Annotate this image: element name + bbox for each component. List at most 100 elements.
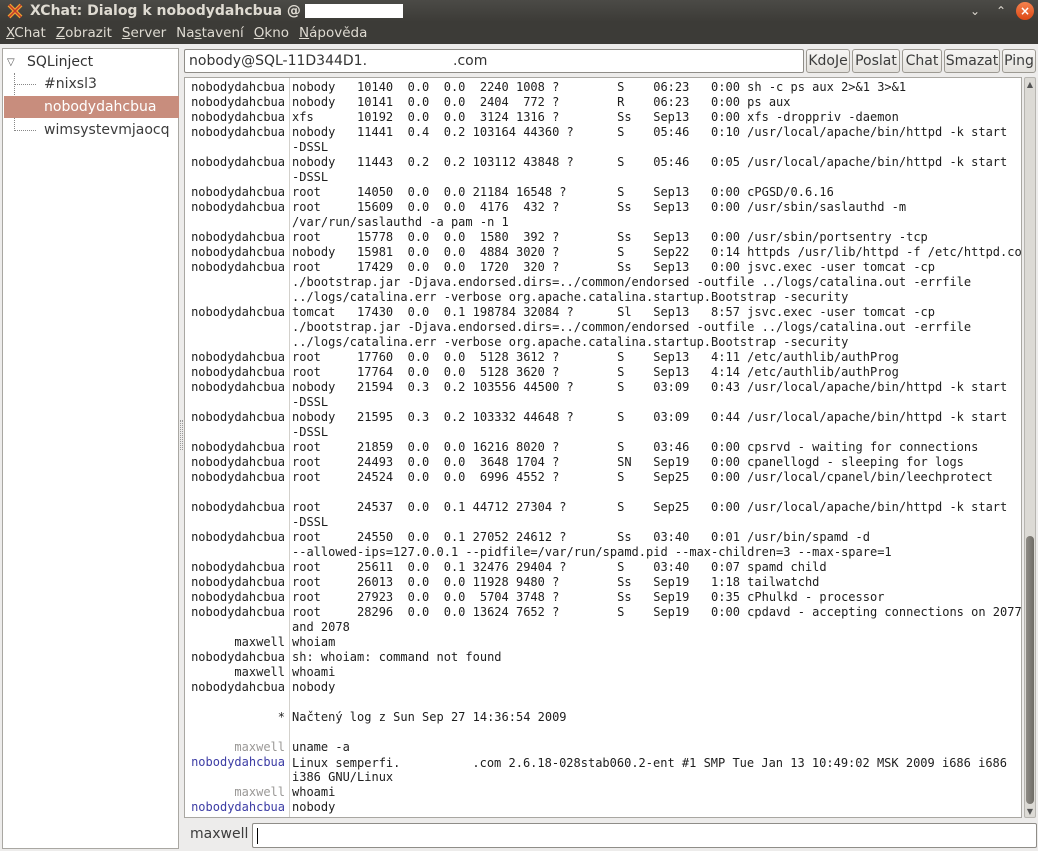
chat-nick[interactable]: maxwell — [185, 635, 285, 650]
chat-nick[interactable]: nobodydahcbua — [185, 575, 285, 590]
chat-nick[interactable]: nobodydahcbua — [185, 530, 285, 545]
chat-nick[interactable]: nobodydahcbua — [185, 305, 285, 320]
xchat-logo-icon — [6, 2, 24, 20]
pane-resize-handle[interactable] — [180, 420, 183, 450]
chat-nick[interactable]: maxwell — [185, 785, 285, 800]
chat-nick[interactable]: nobodydahcbua — [185, 560, 285, 575]
chat-nick[interactable]: nobodydahcbua — [185, 650, 285, 665]
ping-button[interactable]: Ping — [1002, 49, 1036, 73]
chat-nick[interactable]: * — [185, 710, 285, 725]
close-icon[interactable]: × — [1016, 2, 1034, 20]
chat-nick[interactable]: nobodydahcbua — [185, 110, 285, 125]
chat-nick[interactable]: nobodydahcbua — [185, 80, 285, 95]
chat-nick[interactable]: nobodydahcbua — [185, 455, 285, 470]
chat-line: nobodydahcbua xfs 10192 0.0 0.0 3124 1316… — [185, 110, 1021, 125]
chat-nick[interactable]: nobodydahcbua — [185, 95, 285, 110]
chat-log[interactable]: nobodydahcbua nobody 10140 0.0 0.0 2240 1… — [184, 77, 1022, 818]
chat-message: root 15609 0.0 0.0 4176 432 ? Ss Sep13 0… — [292, 200, 907, 214]
chat-line: nobodydahcbua root 17764 0.0 0.0 5128 362… — [185, 365, 1021, 380]
chat-message: sh: whoiam: command not found — [292, 650, 502, 664]
scroll-up-icon[interactable]: ▲ — [1025, 79, 1035, 89]
chat-line: nobodydahcbua root 27923 0.0 0.0 5704 374… — [185, 590, 1021, 605]
chat-message: nobody 11441 0.4 0.2 103164 44360 ? S 05… — [292, 125, 1008, 139]
chat-nick[interactable]: nobodydahcbua — [185, 755, 285, 770]
menu-item[interactable]: Nápověda — [293, 25, 371, 41]
chat-line: nobodydahcbua nobody 10140 0.0 0.0 2240 1… — [185, 80, 1021, 95]
chat-line: maxwell whoiam — [185, 635, 1021, 650]
chat-nick[interactable]: nobodydahcbua — [185, 500, 285, 515]
chat-line: -DSSL — [185, 140, 1021, 155]
chat-nick[interactable]: nobodydahcbua — [185, 155, 285, 170]
menu-item[interactable]: XChat — [0, 25, 50, 41]
chat-button[interactable]: Chat — [902, 49, 942, 73]
chat-nick[interactable]: nobodydahcbua — [185, 125, 285, 140]
chat-message: -DSSL — [292, 170, 329, 184]
input-bar: maxwell — [184, 822, 1037, 849]
chat-line: ./bootstrap.jar -Djava.endorsed.dirs=../… — [185, 275, 1021, 290]
chat-nick[interactable]: nobodydahcbua — [185, 680, 285, 695]
chat-message: -DSSL — [292, 395, 329, 409]
message-input[interactable] — [252, 823, 1037, 848]
menu-item[interactable]: Server — [116, 25, 170, 41]
clear-button[interactable]: Smazat — [944, 49, 1000, 73]
chat-message: Načtený log z Sun Sep 27 14:36:54 2009 — [292, 710, 567, 724]
scrollbar-thumb[interactable] — [1026, 536, 1034, 804]
maximize-icon[interactable]: ⌃ — [990, 2, 1012, 20]
chat-nick[interactable]: nobodydahcbua — [185, 470, 285, 485]
tree-item-nobodydahcbua[interactable]: nobodydahcbua — [4, 96, 179, 118]
chat-line — [185, 485, 1021, 500]
chat-nick[interactable]: nobodydahcbua — [185, 260, 285, 275]
chat-scrollbar[interactable]: ▲ ▼ — [1024, 77, 1036, 818]
minimize-icon[interactable]: ⌄ — [964, 2, 986, 20]
chat-line: -DSSL — [185, 425, 1021, 440]
chat-nick[interactable]: nobodydahcbua — [185, 245, 285, 260]
chat-line: nobodydahcbua sh: whoiam: command not fou… — [185, 650, 1021, 665]
chat-nick[interactable]: nobodydahcbua — [185, 380, 285, 395]
chat-nick[interactable]: nobodydahcbua — [185, 200, 285, 215]
chat-nick[interactable]: nobodydahcbua — [185, 410, 285, 425]
menu-item[interactable]: Zobrazit — [50, 25, 116, 41]
menu-item[interactable]: Nastavení — [170, 25, 248, 41]
chat-nick[interactable]: nobodydahcbua — [185, 185, 285, 200]
nick-button[interactable]: maxwell — [190, 826, 248, 842]
chat-message: whoami — [292, 665, 336, 679]
chat-line — [185, 695, 1021, 710]
chat-nick[interactable]: nobodydahcbua — [185, 350, 285, 365]
chat-nick[interactable]: nobodydahcbua — [185, 230, 285, 245]
chat-line: nobodydahcbua nobody 21594 0.3 0.2 103556… — [185, 380, 1021, 395]
chat-message: and 2078 — [292, 620, 350, 634]
chat-message: nobody — [292, 680, 336, 694]
chat-line: nobodydahcbua root 15609 0.0 0.0 4176 432… — [185, 200, 1021, 215]
chat-message: nobody 11443 0.2 0.2 103112 43848 ? S 05… — [292, 155, 1008, 169]
send-button[interactable]: Poslat — [852, 49, 900, 73]
text-caret — [257, 828, 258, 844]
chat-nick[interactable]: maxwell — [185, 665, 285, 680]
chat-message: root 21859 0.0 0.0 16216 8020 ? S 03:46 … — [292, 440, 979, 454]
chat-line: nobodydahcbua root 24550 0.0 0.1 27052 24… — [185, 530, 1021, 545]
scroll-down-icon[interactable]: ▼ — [1025, 806, 1035, 816]
chat-nick[interactable]: nobodydahcbua — [185, 440, 285, 455]
menu-item[interactable]: Okno — [248, 25, 293, 41]
chat-line: ../logs/catalina.err -verbose org.apache… — [185, 335, 1021, 350]
chat-message: nobody 10140 0.0 0.0 2240 1008 ? S 06:23… — [292, 80, 907, 94]
chat-line: nobodydahcbua nobody 21595 0.3 0.2 103332… — [185, 410, 1021, 425]
chat-nick[interactable]: nobodydahcbua — [185, 800, 285, 815]
topic-field[interactable]: nobody@SQL-11D344D1. .com — [184, 49, 804, 73]
tree-server-node[interactable]: ▽ SQLinject — [3, 51, 93, 73]
chat-message: root 26013 0.0 0.0 11928 9480 ? Ss Sep19… — [292, 575, 820, 589]
chat-line: /var/run/saslauthd -a pam -n 1 — [185, 215, 1021, 230]
redacted-server — [304, 4, 403, 18]
tree-item-wimsystevmjaocq[interactable]: wimsystevmjaocq — [4, 119, 179, 141]
tree-item-nixsl3[interactable]: #nixsl3 — [4, 73, 179, 95]
chat-line: nobodydahcbua root 24537 0.0 0.1 44712 27… — [185, 500, 1021, 515]
chat-line — [185, 725, 1021, 740]
chat-message: root 28296 0.0 0.0 13624 7652 ? S Sep19 … — [292, 605, 1022, 619]
chat-nick[interactable]: nobodydahcbua — [185, 605, 285, 620]
chat-nick[interactable]: maxwell — [185, 740, 285, 755]
chat-line: nobodydahcbua root 21859 0.0 0.0 16216 80… — [185, 440, 1021, 455]
chat-line: --allowed-ips=127.0.0.1 --pidfile=/var/r… — [185, 545, 1021, 560]
chat-nick[interactable]: nobodydahcbua — [185, 590, 285, 605]
expander-open-icon[interactable]: ▽ — [7, 57, 21, 68]
chat-nick[interactable]: nobodydahcbua — [185, 365, 285, 380]
whois-button[interactable]: KdoJe — [806, 49, 850, 73]
